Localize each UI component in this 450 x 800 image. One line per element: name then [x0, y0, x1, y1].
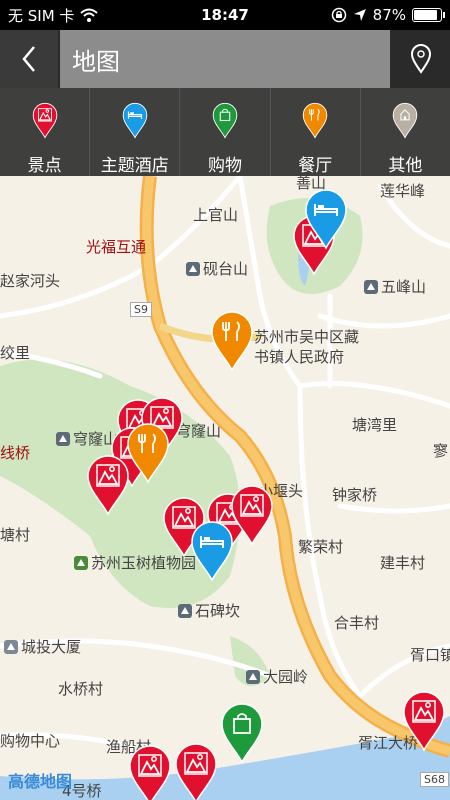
battery-icon — [412, 8, 445, 22]
building-poi-icon — [4, 640, 18, 654]
map-label: 石碑坎 — [178, 600, 240, 621]
map-label: 苏州市吴中区藏 — [254, 328, 360, 346]
category-hotel[interactable]: 主题酒店 — [90, 88, 181, 176]
map-label: 线桥 — [0, 444, 31, 462]
map-marker-scenic[interactable] — [174, 742, 218, 800]
map-label: 寥 — [433, 442, 449, 460]
battery-percent: 87% — [372, 6, 406, 24]
category-scenic[interactable]: 景点 — [0, 88, 91, 176]
map-label: 书镇人民政府 — [254, 348, 345, 366]
map-label: 水桥村 — [58, 680, 104, 698]
map-label: 砚台山 — [186, 258, 248, 279]
wifi-icon — [80, 8, 99, 22]
locate-button[interactable] — [392, 30, 450, 88]
shopping-icon — [212, 102, 238, 143]
scenic-spot-icon — [32, 102, 58, 143]
hotel-icon — [122, 102, 148, 143]
map-label: 光福互通 — [86, 238, 147, 256]
map-label: 大园岭 — [246, 666, 308, 687]
category-food[interactable]: 餐厅 — [271, 88, 361, 176]
map-label: 莲华峰 — [380, 182, 426, 200]
mountain-poi-icon — [178, 604, 192, 618]
map-label: 五峰山 — [364, 276, 426, 297]
map-marker-scenic[interactable] — [86, 454, 130, 516]
map-label: 塘村 — [0, 526, 31, 544]
category-label: 其他 — [388, 156, 423, 176]
map-label: 穹窿山 — [56, 428, 118, 449]
highway-shield: S68 — [420, 772, 449, 787]
nav-bar: 地图 — [0, 30, 450, 88]
map-label: 建丰村 — [380, 554, 426, 572]
map-label: 赵家河头 — [0, 272, 61, 290]
map-marker-scenic[interactable] — [402, 690, 446, 752]
map-marker-hotel[interactable] — [190, 520, 234, 582]
amap-logo: 高德地图 — [8, 772, 73, 791]
page-title: 地图 — [72, 47, 120, 76]
map-marker-shop[interactable] — [220, 702, 264, 764]
chevron-left-icon — [22, 46, 35, 72]
category-label: 主题酒店 — [100, 156, 169, 176]
category-shop[interactable]: 购物 — [180, 88, 271, 176]
map-label: 胥口镇 — [410, 646, 450, 664]
mountain-poi-icon — [186, 262, 200, 276]
page-title-bar: 地图 — [60, 30, 390, 88]
map-marker-food[interactable] — [210, 310, 254, 372]
mountain-poi-icon — [246, 670, 260, 684]
map-label: 合丰村 — [334, 614, 380, 632]
rotation-lock-icon — [331, 7, 346, 23]
map-marker-food[interactable] — [126, 422, 170, 484]
mountain-poi-icon — [364, 280, 378, 294]
map-marker-scenic[interactable] — [128, 744, 172, 800]
mountain-poi-icon — [56, 432, 70, 446]
map-view[interactable]: 善山 莲华峰 上官山 光福互通 砚台山 五峰山 赵家河头 苏州市吴中区藏 书镇人… — [0, 176, 450, 800]
category-bar: 景点 主题酒店 购物 餐厅 其他 — [0, 88, 450, 176]
highway-shield: S9 — [130, 302, 152, 317]
other-icon — [392, 102, 418, 143]
map-marker-scenic[interactable] — [230, 484, 274, 546]
category-other[interactable]: 其他 — [361, 88, 450, 176]
map-label: 城投大厦 — [4, 636, 81, 657]
map-label: 上官山 — [193, 206, 239, 224]
park-poi-icon — [74, 556, 88, 570]
restaurant-icon — [302, 102, 328, 143]
map-label: 塘湾里 — [352, 416, 398, 434]
back-button[interactable] — [0, 30, 58, 88]
map-label: 绞里 — [0, 344, 31, 362]
category-label: 景点 — [27, 156, 62, 176]
category-label: 餐厅 — [298, 156, 333, 176]
status-bar: 无 SIM 卡 18:47 87% — [0, 0, 450, 30]
map-label: 钟家桥 — [332, 486, 378, 504]
location-pin-icon — [410, 44, 432, 74]
category-label: 购物 — [208, 156, 242, 176]
carrier-label: 无 SIM 卡 — [8, 6, 75, 25]
map-label: 繁荣村 — [298, 538, 344, 556]
map-marker-hotel[interactable] — [304, 188, 348, 250]
location-arrow-icon — [353, 9, 366, 21]
map-label: 购物中心 — [0, 732, 61, 750]
